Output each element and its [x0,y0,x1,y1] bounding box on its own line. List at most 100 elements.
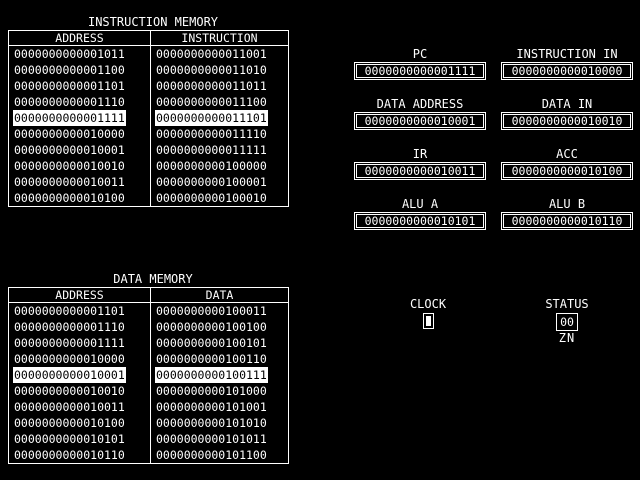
data-memory-table: ADDRESS DATA 0000000000001101 00000000001… [8,287,289,464]
status-indicator: STATUS 00 ZN [531,296,603,345]
instruction-memory-address-header: ADDRESS [8,30,151,46]
data-memory-data-cell-text: 0000000000100101 [156,336,267,350]
instruction-memory-address-cell-text: 0000000000010010 [14,159,125,173]
ir-register: IR 0000000000010011 [354,147,486,180]
alu-b-register: ALU B 0000000000010110 [501,197,633,230]
alu-b-label: ALU B [548,197,586,211]
instruction-memory-address-cell-text: 0000000000001100 [14,63,125,77]
instruction-memory-row: 0000000000010001 0000000000011111 [9,142,289,158]
data-memory-data-cell: 0000000000101010 [150,415,289,431]
data-memory-title: DATA MEMORY [113,272,193,286]
data-memory-address-cell: 0000000000010101 [9,431,151,447]
data-memory-address-cell: 0000000000001111 [9,335,151,351]
instruction-memory-address-cell-text: 0000000000001011 [14,47,125,61]
data-memory-address-cell: 0000000000010010 [9,383,151,399]
data-address-value: 0000000000010001 [354,112,486,130]
data-memory-data-cell: 0000000000101011 [150,431,289,447]
data-memory-data-cell: 0000000000100111 [150,367,289,383]
instruction-memory-address-cell: 0000000000001011 [9,46,151,63]
data-memory-address-cell-text: 0000000000001110 [14,320,125,334]
data-memory-data-cell-text: 0000000000101000 [156,384,267,398]
clock-state-fill [425,316,431,326]
instruction-memory-instruction-cell: 0000000000011101 [150,110,289,126]
instruction-in-label: INSTRUCTION IN [516,47,618,61]
data-memory-data-cell-text: 0000000000100110 [156,352,267,366]
instruction-in-value: 0000000000010000 [501,62,633,80]
data-memory-data-cell: 0000000000100100 [150,319,289,335]
instruction-memory-table: ADDRESS INSTRUCTION 0000000000001011 0000… [8,30,289,207]
acc-value: 0000000000010100 [501,162,633,180]
instruction-memory-address-cell: 0000000000010000 [9,126,151,142]
data-memory-address-cell-text: 0000000000010010 [14,384,125,398]
clock-indicator: CLOCK [393,296,463,329]
data-address-label: DATA ADDRESS [376,97,464,111]
status-value: 00 [556,313,578,331]
instruction-memory-address-cell: 0000000000010100 [9,190,151,207]
instruction-memory-instruction-cell: 0000000000011100 [150,94,289,110]
instruction-memory-instruction-cell: 0000000000100010 [150,190,289,207]
pc-value: 0000000000001111 [354,62,486,80]
instruction-memory-instruction-cell: 0000000000100000 [150,158,289,174]
data-memory-row: 0000000000010100 0000000000101010 [9,415,289,431]
instruction-memory-address-cell: 0000000000010001 [9,142,151,158]
instruction-memory-address-cell: 0000000000001101 [9,78,151,94]
instruction-memory-title: INSTRUCTION MEMORY [87,15,219,29]
data-memory-data-cell-text: 0000000000101100 [156,448,267,462]
data-memory-address-cell-text: 0000000000010001 [13,367,126,383]
ir-label: IR [412,147,428,161]
instruction-memory-instruction-cell: 0000000000011111 [150,142,289,158]
instruction-memory-address-cell-text: 0000000000010011 [14,175,125,189]
status-label: STATUS [545,297,589,311]
instruction-memory-address-cell-text: 0000000000010001 [14,143,125,157]
instruction-memory-row: 0000000000010011 0000000000100001 [9,174,289,190]
instruction-memory-instruction-cell-text: 0000000000100000 [156,159,267,173]
data-memory-address-cell-text: 0000000000010000 [14,352,125,366]
data-memory-row: 0000000000010101 0000000000101011 [9,431,289,447]
instruction-memory-address-cell-text: 0000000000010100 [14,191,125,205]
instruction-memory-row: 0000000000001011 0000000000011001 [9,45,289,63]
instruction-in-register: INSTRUCTION IN 0000000000010000 [501,47,633,80]
data-memory-address-cell: 0000000000010000 [9,351,151,367]
instruction-memory-row: 0000000000001100 0000000000011010 [9,62,289,78]
instruction-memory-address-cell-text: 0000000000001111 [13,110,126,126]
ir-value: 0000000000010011 [354,162,486,180]
status-flags: ZN [558,331,576,345]
instruction-memory-address-cell: 0000000000001110 [9,94,151,110]
instruction-memory-row: 0000000000001101 0000000000011011 [9,78,289,94]
pc-register: PC 0000000000001111 [354,47,486,80]
instruction-memory-row: 0000000000010010 0000000000100000 [9,158,289,174]
instruction-memory-instruction-header: INSTRUCTION [150,30,289,46]
data-memory-data-cell-text: 0000000000100100 [156,320,267,334]
data-memory-address-header: ADDRESS [8,287,151,303]
data-memory-data-cell: 0000000000100101 [150,335,289,351]
alu-a-value: 0000000000010101 [354,212,486,230]
data-memory-data-cell: 0000000000100110 [150,351,289,367]
pc-label: PC [412,47,428,61]
data-memory-address-cell: 0000000000001101 [9,303,151,320]
data-address-register: DATA ADDRESS 0000000000010001 [354,97,486,130]
clock-toggle[interactable] [422,313,434,329]
instruction-memory-row: 0000000000001110 0000000000011100 [9,94,289,110]
acc-label: ACC [556,147,578,161]
instruction-memory-row: 0000000000001111 0000000000011101 [9,110,289,126]
data-in-label: DATA IN [541,97,593,111]
data-in-value: 0000000000010010 [501,112,633,130]
instruction-memory-instruction-cell-text: 0000000000011111 [156,143,267,157]
data-memory-address-cell: 0000000000010100 [9,415,151,431]
data-memory-address-cell-text: 0000000000010100 [14,416,125,430]
data-memory-address-cell: 0000000000010110 [9,447,151,464]
alu-a-label: ALU A [401,197,439,211]
instruction-memory-instruction-cell: 0000000000011001 [150,45,289,62]
acc-register: ACC 0000000000010100 [501,147,633,180]
data-memory-row: 0000000000001111 0000000000100101 [9,335,289,351]
instruction-memory-address-cell-text: 0000000000001101 [14,79,125,93]
instruction-memory-instruction-cell: 0000000000011011 [150,78,289,94]
instruction-memory-instruction-cell: 0000000000011010 [150,62,289,78]
data-memory-row: 0000000000010110 0000000000101100 [9,447,289,464]
instruction-memory-instruction-cell-text: 0000000000011100 [156,95,267,109]
data-memory-data-cell-text: 0000000000101001 [156,400,267,414]
data-memory-address-cell-text: 0000000000001101 [14,304,125,318]
instruction-memory-instruction-cell: 0000000000100001 [150,174,289,190]
instruction-memory-instruction-cell-text: 0000000000011110 [156,127,267,141]
data-memory-data-header: DATA [150,287,289,303]
